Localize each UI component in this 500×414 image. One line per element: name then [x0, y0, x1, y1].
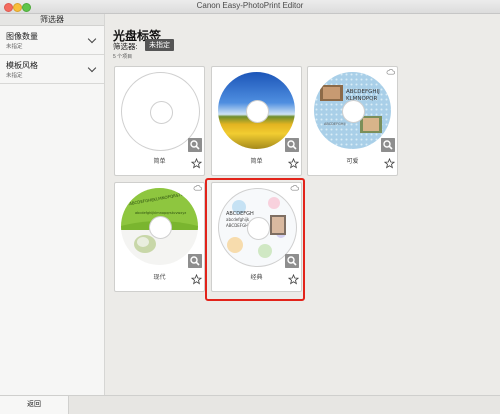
- favorite-star-icon[interactable]: [384, 158, 395, 169]
- filter-title: 图像数量: [6, 32, 38, 41]
- back-button[interactable]: 返回: [0, 396, 69, 414]
- disc-hole: [149, 216, 172, 239]
- favorite-star-icon[interactable]: [288, 274, 299, 285]
- sidebar-header: 筛选器: [0, 14, 104, 26]
- template-card-modern[interactable]: ABCDEFGHIJKLMNOPQRSTUVWXYZ abcdefghijklm…: [114, 182, 205, 292]
- disc-hole: [342, 100, 365, 123]
- zoom-preview-button[interactable]: [188, 138, 202, 152]
- zoom-preview-button[interactable]: [285, 254, 299, 268]
- template-card-cute[interactable]: ABCDEFGHIJ KLMNOPQR ABCDEFGHIJ 可爱: [307, 66, 398, 176]
- favorite-star-icon[interactable]: [191, 158, 202, 169]
- filter-label: 筛选器:: [113, 42, 138, 51]
- title-bar: Canon Easy-PhotoPrint Editor: [0, 0, 500, 14]
- filter-sidebar: 筛选器 图像数量 未指定 模板风格 未指定: [0, 14, 105, 395]
- filter-template-style[interactable]: 模板风格 未指定: [0, 55, 104, 84]
- window-title: Canon Easy-PhotoPrint Editor: [196, 1, 304, 10]
- template-card-simple-sunflower[interactable]: 简单: [211, 66, 302, 176]
- template-card-classic[interactable]: ABCDEFGH abcdefghijk ABCDEFGHIJK 经典: [211, 182, 302, 292]
- filter-title: 模板风格: [6, 61, 38, 70]
- modern-disc-text: abcdefghijklmnopqrstuvwxyz: [135, 211, 186, 215]
- main-content: 光盘标签 筛选器: 未指定 5 个项目 简单 简单 ABCDEFGHIJ KLM…: [105, 14, 500, 395]
- bottom-bar: 返回: [0, 395, 500, 414]
- item-count: 5 个项目: [113, 54, 133, 60]
- disc-thumbnail: ABCDEFGHIJ KLMNOPQR ABCDEFGHIJ: [314, 72, 391, 149]
- classic-disc-text-2: abcdefghijk: [226, 217, 250, 222]
- template-card-simple-white[interactable]: 简单: [114, 66, 205, 176]
- favorite-star-icon[interactable]: [191, 274, 202, 285]
- chevron-down-icon[interactable]: [87, 34, 97, 44]
- disc-thumbnail: [218, 72, 295, 149]
- cute-disc-text-3: ABCDEFGHIJ: [324, 122, 346, 126]
- zoom-preview-button[interactable]: [188, 254, 202, 268]
- disc-hole: [246, 100, 269, 123]
- zoom-preview-button[interactable]: [381, 138, 395, 152]
- disc-thumbnail: ABCDEFGHIJKLMNOPQRSTUVWXYZ abcdefghijklm…: [121, 188, 198, 265]
- filter-status-badge: 未指定: [145, 39, 174, 51]
- zoom-preview-button[interactable]: [285, 138, 299, 152]
- disc-hole: [150, 101, 173, 124]
- filter-image-count[interactable]: 图像数量 未指定: [0, 26, 104, 55]
- cute-disc-text-1: ABCDEFGHIJ: [346, 89, 380, 95]
- filter-value: 未指定: [6, 44, 23, 50]
- favorite-star-icon[interactable]: [288, 158, 299, 169]
- chevron-down-icon[interactable]: [87, 63, 97, 73]
- filter-value: 未指定: [6, 73, 23, 79]
- disc-hole: [247, 217, 270, 240]
